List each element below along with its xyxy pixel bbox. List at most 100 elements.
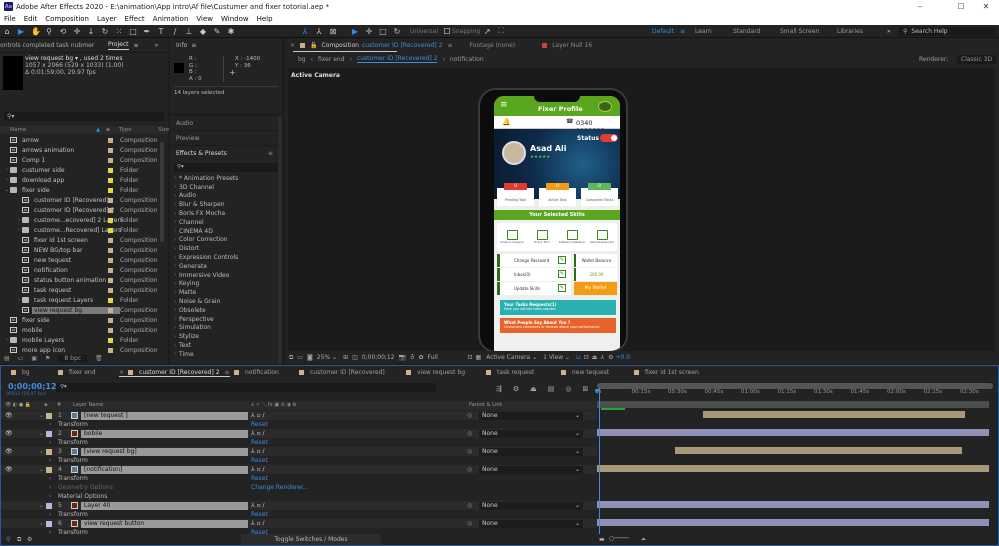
timeline-tab[interactable]: new tequest bbox=[561, 369, 609, 376]
flowchart-icon[interactable]: ⚑ bbox=[45, 355, 50, 362]
shy-switch-icon[interactable]: ⅄ ▫ ∕ bbox=[251, 430, 265, 437]
project-scrollbar[interactable] bbox=[160, 142, 164, 242]
label-column-icon[interactable]: ◈ bbox=[106, 126, 110, 134]
shy-switch-icon[interactable]: ⅄ ▫ ∕ bbox=[251, 502, 265, 509]
breadcrumb-notification[interactable]: notification bbox=[450, 56, 484, 63]
effects-category[interactable]: › Immersive Video bbox=[170, 271, 282, 280]
camera-select[interactable]: Active Camera ⌄ bbox=[486, 354, 537, 361]
delete-icon[interactable]: 🗑 bbox=[95, 355, 103, 362]
toggle-switches-modes-button[interactable]: Toggle Switches / Modes bbox=[241, 534, 381, 545]
puppet-pin-icon[interactable]: ✱ bbox=[227, 27, 235, 36]
layer-name[interactable]: bobile bbox=[81, 429, 248, 438]
timeline-tab[interactable]: fixer end bbox=[58, 369, 96, 376]
shy-layers-icon[interactable]: ⏏ bbox=[530, 385, 537, 393]
motion-blur-icon[interactable]: ◎ bbox=[565, 385, 571, 393]
project-item[interactable]: new tequest Composition bbox=[0, 255, 164, 265]
label-swatch[interactable] bbox=[108, 327, 113, 333]
menu-help[interactable]: Help bbox=[257, 15, 273, 23]
channel-icon[interactable]: ✿ bbox=[418, 354, 423, 361]
parent-select[interactable]: None ⌄ bbox=[479, 501, 583, 510]
pan-behind-icon[interactable]: ⁙ bbox=[115, 27, 123, 36]
effects-scrollbar[interactable] bbox=[278, 116, 282, 364]
time-ruler[interactable]: 0s00:15s00:30s00:45s01:00s01:15s01:30s01… bbox=[595, 389, 993, 399]
label-swatch[interactable] bbox=[108, 187, 113, 193]
view-layout-select[interactable]: 1 View ⌄ bbox=[543, 354, 570, 361]
type-tool-icon[interactable]: T bbox=[157, 27, 165, 36]
breadcrumb-fixer-end[interactable]: fixer end bbox=[318, 56, 345, 63]
project-item[interactable]: arrow Composition bbox=[0, 135, 164, 145]
twirl-icon[interactable]: ⌄ bbox=[39, 412, 44, 419]
orbit-camera-icon[interactable]: ⟲ bbox=[59, 27, 67, 36]
tab-effect-controls[interactable]: ontrols completed task nubmer bbox=[0, 42, 108, 49]
layer-duration-bar[interactable] bbox=[597, 465, 989, 472]
twirl-icon[interactable]: › bbox=[49, 439, 51, 446]
work-area-range[interactable] bbox=[597, 401, 989, 408]
effects-category[interactable]: › 3D Channel bbox=[170, 183, 282, 192]
twirl-icon[interactable]: ⌄ bbox=[39, 520, 44, 527]
label-swatch[interactable] bbox=[108, 137, 113, 143]
effects-category[interactable]: › Matte bbox=[170, 288, 282, 297]
property-link[interactable]: Reset bbox=[251, 475, 268, 482]
layer-duration-bar[interactable] bbox=[702, 411, 966, 418]
twirl-icon[interactable]: › bbox=[49, 484, 51, 491]
local-axis-icon[interactable]: ⅄ bbox=[301, 27, 309, 36]
project-item[interactable]: Comp 1 Composition bbox=[0, 155, 164, 165]
timeline-tab[interactable]: fixer id 1st screen bbox=[634, 369, 699, 376]
maximize-button[interactable]: ☐ bbox=[950, 0, 972, 13]
label-swatch[interactable] bbox=[108, 167, 113, 173]
effects-category[interactable]: › Expression Controls bbox=[170, 253, 282, 262]
effects-category[interactable]: › Time bbox=[170, 350, 282, 359]
effects-category[interactable]: › * Animation Presets bbox=[170, 174, 282, 183]
parent-select[interactable]: None ⌄ bbox=[479, 411, 583, 420]
effects-category[interactable]: › Blur & Sharpen bbox=[170, 200, 282, 209]
pick-whip-icon[interactable]: ◎ bbox=[467, 448, 472, 455]
label-swatch[interactable] bbox=[46, 448, 52, 455]
project-item[interactable]: › custumer side Folder bbox=[0, 165, 164, 175]
close-tab-icon[interactable]: × bbox=[290, 42, 295, 49]
shy-switch-icon[interactable]: ⅄ ▫ ∕ bbox=[251, 412, 265, 419]
twirl-icon[interactable]: ⌄ bbox=[39, 466, 44, 473]
timeline-tab[interactable]: view request bg bbox=[406, 369, 465, 376]
pick-whip-icon[interactable]: ◎ bbox=[467, 466, 472, 473]
brush-tool-icon[interactable]: ∕ bbox=[171, 27, 179, 36]
layer-row[interactable]: 👁 ⌄ 1 [new tequest ] ⅄ ▫ ∕ ◎ None ⌄ bbox=[1, 411, 597, 420]
pick-whip-icon[interactable]: ◎ bbox=[467, 502, 472, 509]
label-swatch[interactable] bbox=[108, 157, 113, 163]
snapshot-icon[interactable]: 📷 bbox=[399, 354, 406, 361]
twirl-icon[interactable]: › bbox=[49, 457, 51, 464]
label-swatch[interactable] bbox=[46, 430, 52, 437]
safe-areas-icon[interactable]: ⊞ bbox=[343, 354, 348, 361]
label-swatch[interactable] bbox=[46, 466, 52, 473]
tab-info[interactable]: Info bbox=[176, 42, 187, 49]
timeline-icon[interactable]: ⏏ bbox=[592, 354, 598, 361]
transfer-controls-icon[interactable]: ⧉ bbox=[17, 536, 21, 544]
rectangle-tool-icon[interactable]: □ bbox=[129, 27, 137, 36]
property-link[interactable]: Reset bbox=[251, 457, 268, 464]
tab-composition[interactable]: customer ID [Recovered] 2 bbox=[362, 42, 443, 49]
bit-depth-button[interactable]: 8 bpc bbox=[58, 355, 88, 362]
eye-icon[interactable]: 👁 bbox=[5, 448, 13, 455]
project-item[interactable]: mobile Composition bbox=[0, 325, 164, 335]
monitor-icon[interactable]: ▭ bbox=[297, 354, 303, 361]
label-swatch[interactable] bbox=[108, 287, 113, 293]
minimize-button[interactable]: – bbox=[909, 0, 931, 13]
current-time[interactable]: 0;00;00;12 bbox=[362, 354, 395, 361]
label-swatch[interactable] bbox=[108, 197, 113, 203]
timeline-tab[interactable]: customer ID [Recovered] bbox=[299, 369, 385, 376]
panel-menu-icon[interactable]: ≡ bbox=[448, 42, 453, 49]
property-link[interactable]: Reset bbox=[251, 421, 268, 428]
label-swatch[interactable] bbox=[108, 247, 113, 253]
scale-3d-icon[interactable]: □ bbox=[379, 27, 387, 36]
project-item[interactable]: NEW BG/top bar Composition bbox=[0, 245, 164, 255]
effects-category[interactable]: › Simulation bbox=[170, 324, 282, 333]
composition-flowchart-icon[interactable]: ⇶ bbox=[496, 385, 502, 393]
parent-select[interactable]: None ⌄ bbox=[479, 519, 583, 528]
sort-ascending-icon[interactable]: ▲ bbox=[96, 126, 100, 134]
label-swatch[interactable] bbox=[108, 277, 113, 283]
draft-3d-icon[interactable]: ⚙ bbox=[513, 385, 519, 393]
menu-edit[interactable]: Edit bbox=[24, 15, 38, 23]
view-axis-icon[interactable]: ⊠ bbox=[329, 27, 337, 36]
tab-preview[interactable]: Preview bbox=[170, 131, 282, 146]
graph-editor-icon[interactable]: ⊠ bbox=[583, 385, 589, 393]
effects-category[interactable]: › Keying bbox=[170, 280, 282, 289]
